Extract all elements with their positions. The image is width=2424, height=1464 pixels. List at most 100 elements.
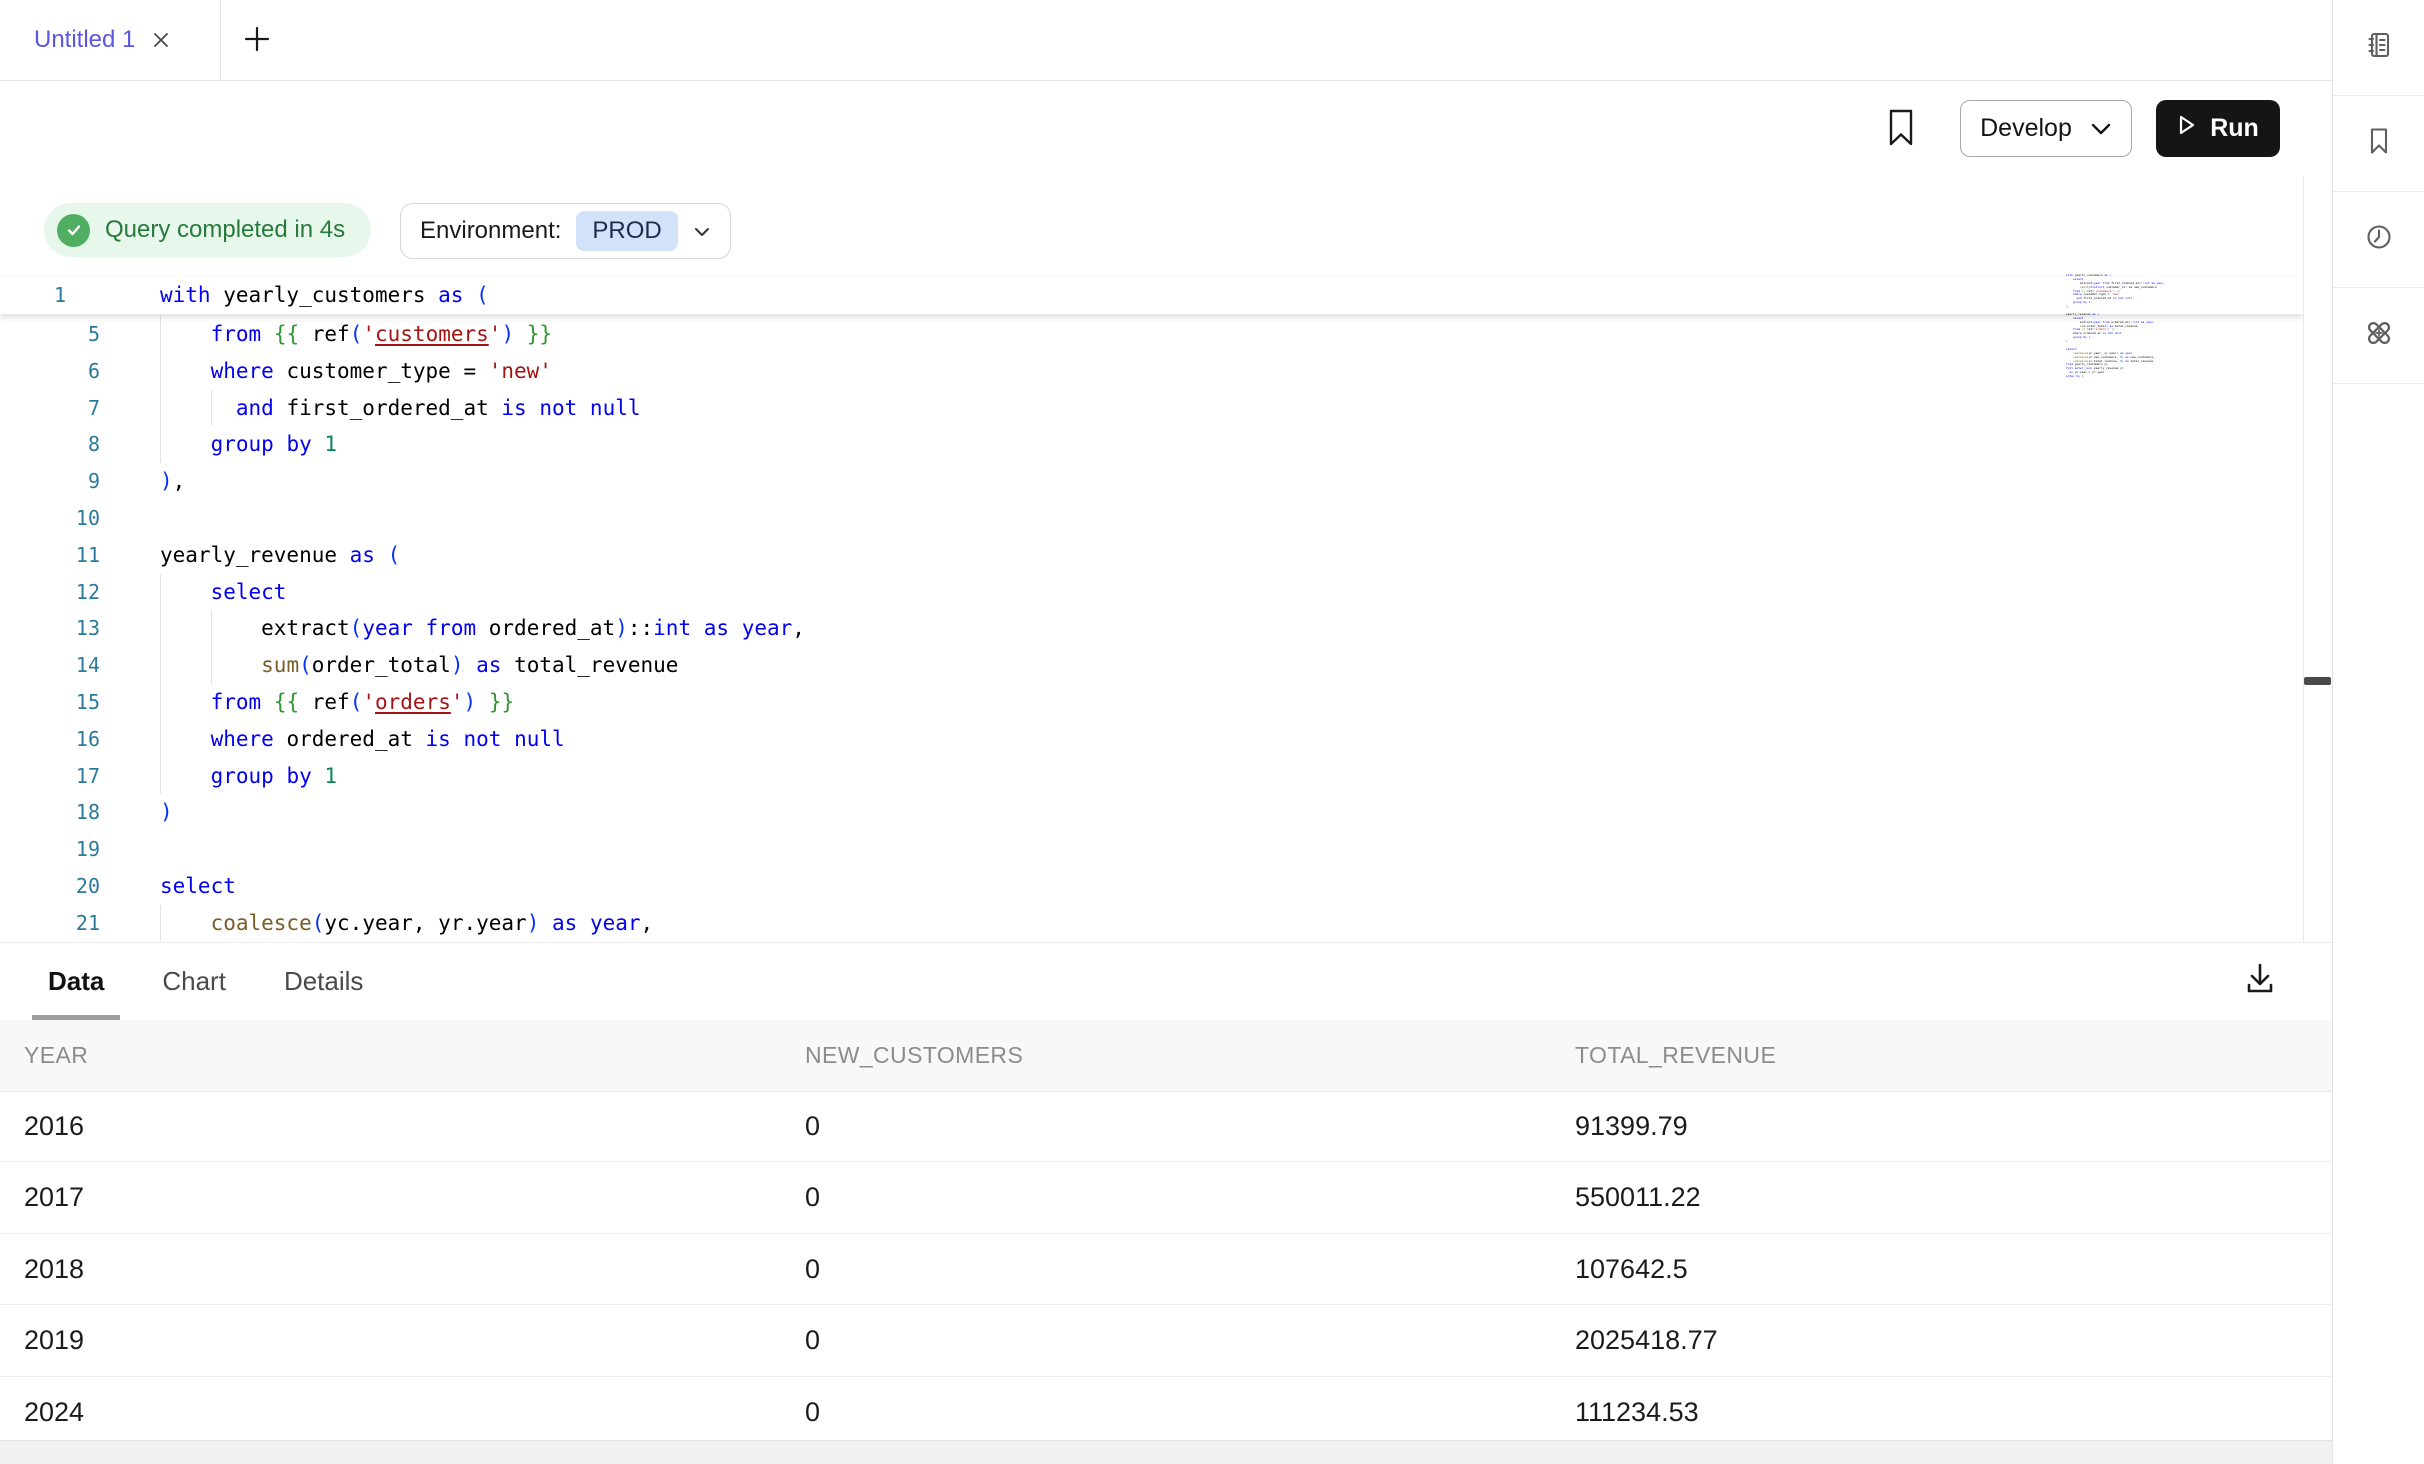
table-row[interactable]: 2016 0 91399.79 <box>0 1091 2332 1162</box>
sticky-line-number: 1 <box>0 277 66 314</box>
table-cell: 2016 <box>24 1091 84 1161</box>
line-number: 8 <box>0 426 100 463</box>
code-line[interactable]: 19 <box>0 831 2303 868</box>
table-cell: 0 <box>805 1305 820 1375</box>
sidebar-item-bookmarks[interactable] <box>2333 96 2424 192</box>
line-number: 20 <box>0 868 100 905</box>
horizontal-scrollbar[interactable] <box>0 1440 2332 1464</box>
table-cell: 2018 <box>24 1234 84 1304</box>
column-header-year: YEAR <box>24 1020 88 1091</box>
lineage-icon <box>2363 317 2395 354</box>
line-number: 19 <box>0 831 100 868</box>
query-status-text: Query completed in 4s <box>105 216 345 244</box>
environment-value-badge: PROD <box>576 211 677 251</box>
code-line[interactable]: 16 where ordered_at is not null <box>0 721 2303 758</box>
line-number: 17 <box>0 758 100 795</box>
table-cell: 2025418.77 <box>1575 1305 1718 1375</box>
column-header-total_revenue: TOTAL_REVENUE <box>1575 1020 1776 1091</box>
code-line[interactable]: 10 <box>0 500 2303 537</box>
table-cell: 0 <box>805 1234 820 1304</box>
environment-selector[interactable]: Environment: PROD <box>400 203 731 259</box>
code-line[interactable]: 5 from {{ ref('customers') }} <box>0 316 2303 353</box>
chevron-down-icon <box>2090 114 2112 143</box>
table-row[interactable]: 2019 0 2025418.77 <box>0 1305 2332 1376</box>
tab-untitled-1[interactable]: Untitled 1 <box>0 0 221 80</box>
query-status-badge: Query completed in 4s <box>44 203 371 257</box>
new-tab-button[interactable] <box>240 23 274 57</box>
plus-icon <box>242 24 272 57</box>
line-number: 10 <box>0 500 100 537</box>
line-number: 6 <box>0 353 100 390</box>
editor-minimap[interactable]: with yearly_customers as ( select extrac… <box>2066 274 2186 379</box>
run-button[interactable]: Run <box>2156 100 2280 157</box>
code-line[interactable]: 6 where customer_type = 'new' <box>0 353 2303 390</box>
code-line[interactable]: 15 from {{ ref('orders') }} <box>0 684 2303 721</box>
sticky-line-code: with yearly_customers as ( <box>160 277 489 314</box>
results-table-body: 2016091399.7920170550011.2220180107642.5… <box>0 1091 2332 1448</box>
close-icon[interactable] <box>151 30 171 50</box>
code-line[interactable]: 13 extract(year from ordered_at)::int as… <box>0 610 2303 647</box>
code-line[interactable]: 14 sum(order_total) as total_revenue <box>0 647 2303 684</box>
code-line[interactable]: 20select <box>0 868 2303 905</box>
code-line[interactable]: 7 and first_ordered_at is not null <box>0 390 2303 427</box>
code-line[interactable]: 21 coalesce(yc.year, yr.year) as year, <box>0 905 2303 942</box>
code-line[interactable]: 17 group by 1 <box>0 758 2303 795</box>
code-line[interactable]: 12 select <box>0 574 2303 611</box>
chevron-down-icon <box>693 217 711 245</box>
play-icon <box>2177 114 2197 143</box>
sidebar-item-notebook[interactable] <box>2333 0 2424 96</box>
line-number: 21 <box>0 905 100 942</box>
status-row: Query completed in 4s Environment: PROD <box>0 176 2332 270</box>
table-row[interactable]: 2024 0 111234.53 <box>0 1377 2332 1448</box>
code-line[interactable]: 18) <box>0 794 2303 831</box>
code-line[interactable]: 9), <box>0 463 2303 500</box>
notebook-icon <box>2364 30 2394 65</box>
tab-details[interactable]: Details <box>272 943 375 1020</box>
toolbar: Develop Run <box>0 81 2332 177</box>
check-circle-icon <box>57 214 90 247</box>
bookmark-icon <box>1884 108 1918 151</box>
table-cell: 0 <box>805 1162 820 1232</box>
develop-label: Develop <box>1980 114 2072 143</box>
sidebar-item-history[interactable] <box>2333 192 2424 288</box>
bookmark-button[interactable] <box>1883 109 1919 149</box>
table-cell: 0 <box>805 1377 820 1447</box>
clock-history-icon <box>2364 222 2394 257</box>
table-cell: 2019 <box>24 1305 84 1375</box>
download-icon <box>2241 959 2279 1000</box>
table-cell: 91399.79 <box>1575 1091 1688 1161</box>
code-line[interactable]: 11yearly_revenue as ( <box>0 537 2303 574</box>
code-lines[interactable]: 5 from {{ ref('customers') }}6 where cus… <box>0 316 2303 946</box>
download-results-button[interactable] <box>2238 957 2282 1001</box>
editor-tab-bar: Untitled 1 <box>0 0 2332 81</box>
editor-scrollbar-thumb[interactable] <box>2304 677 2331 685</box>
code-line[interactable]: 8 group by 1 <box>0 426 2303 463</box>
develop-dropdown[interactable]: Develop <box>1960 100 2132 157</box>
table-cell: 111234.53 <box>1575 1377 1699 1447</box>
line-number: 13 <box>0 610 100 647</box>
sql-code-editor[interactable]: 5 from {{ ref('customers') }}6 where cus… <box>0 270 2303 946</box>
tab-data[interactable]: Data <box>36 943 116 1020</box>
table-cell: 2024 <box>24 1377 84 1447</box>
tab-chart[interactable]: Chart <box>150 943 238 1020</box>
line-number: 11 <box>0 537 100 574</box>
editor-scrollbar-track <box>2303 177 2304 942</box>
results-tabs: Data Chart Details <box>36 943 375 1020</box>
line-number: 18 <box>0 794 100 831</box>
table-row[interactable]: 20180107642.5 <box>0 1234 2332 1305</box>
line-number: 14 <box>0 647 100 684</box>
environment-label: Environment: <box>420 217 561 245</box>
sticky-line[interactable]: 1 with yearly_customers as ( <box>0 277 2303 314</box>
right-sidebar <box>2332 0 2424 1464</box>
sql-ide-page: Untitled 1 Develop Run <box>0 0 2424 1464</box>
line-number: 9 <box>0 463 100 500</box>
line-number: 5 <box>0 316 100 353</box>
tab-title: Untitled 1 <box>34 26 135 54</box>
results-panel: Data Chart Details YEAR NEW_CUSTOMERS TOTA… <box>0 942 2332 1441</box>
table-row[interactable]: 20170550011.22 <box>0 1162 2332 1233</box>
table-cell: 0 <box>805 1091 820 1161</box>
line-number: 15 <box>0 684 100 721</box>
column-header-new_customers: NEW_CUSTOMERS <box>805 1020 1023 1091</box>
line-number: 7 <box>0 390 100 427</box>
sidebar-item-lineage[interactable] <box>2333 288 2424 384</box>
